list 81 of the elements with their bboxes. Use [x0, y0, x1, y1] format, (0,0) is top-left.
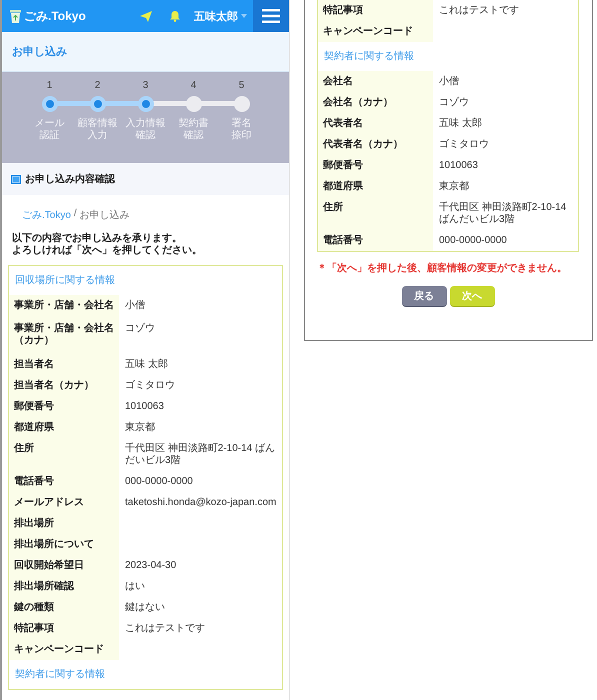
field-value: 東京都 [125, 422, 155, 432]
user-menu[interactable]: 五味太郎 [188, 8, 253, 24]
field-label: 回収開始希望日 [9, 555, 119, 576]
paper-plane-icon[interactable] [140, 10, 152, 22]
bell-icon[interactable] [170, 10, 180, 22]
section-title: お申し込み内容確認 [25, 172, 115, 186]
field-label: 排出場所 [9, 513, 119, 534]
page-title: お申し込み [2, 32, 289, 72]
step-number: 4 [190, 80, 196, 93]
field-label: 会社名 [318, 71, 433, 92]
step-label: 捺印 [232, 130, 252, 142]
step-number: 5 [238, 80, 244, 93]
step-label: メール [34, 118, 64, 130]
field-value: これはテストです [439, 4, 519, 16]
intro-text: よろしければ「次へ」を押してください。 [12, 245, 202, 257]
trash-can-icon [10, 9, 21, 23]
field-label: 住所 [9, 438, 119, 471]
step-label: 顧客情報 [78, 118, 118, 130]
field-label: 郵便番号 [9, 396, 119, 417]
field-value: 2023-04-30 [125, 560, 176, 570]
menu-icon [262, 9, 280, 23]
caret-icon [241, 14, 247, 18]
back-button[interactable]: 戻る [402, 286, 446, 306]
step-number: 2 [94, 80, 100, 93]
warning-note: ＊「次へ」を押した後、顧客情報の変更ができません。 [317, 263, 567, 274]
field-value: 千代田区 神田淡路町2-10-14 ばんだいビル3階 [125, 442, 276, 466]
field-value: ゴミタロウ [439, 138, 489, 150]
field-value: はい [125, 580, 145, 592]
field-label: 代表者名（カナ） [318, 134, 433, 155]
field-value: 東京都 [439, 180, 469, 192]
step-label: 署名 [232, 118, 252, 130]
field-value: コゾウ [125, 323, 155, 334]
step-label: 入力情報 [126, 118, 166, 130]
field-value: これはテストです [125, 622, 205, 634]
step-label: 入力 [88, 130, 108, 142]
field-value: 五味 太郎 [125, 358, 168, 370]
field-value: 1010063 [439, 160, 478, 170]
field-label: 電話番号 [9, 471, 119, 492]
square-icon [11, 174, 21, 184]
logo-text[interactable]: ごみ.Tokyo [24, 8, 86, 24]
field-value: 小僧 [125, 300, 145, 310]
step-label: 認証 [40, 130, 60, 142]
field-value: 小僧 [439, 76, 459, 86]
step-number: 3 [142, 80, 148, 93]
breadcrumb-link[interactable]: ごみ.Tokyo [22, 208, 71, 231]
field-label: 都道府県 [318, 176, 433, 197]
field-label: 会社名（カナ） [318, 92, 433, 113]
field-value: 鍵はない [125, 602, 165, 612]
field-label: メールアドレス [9, 492, 119, 513]
field-value: 1010063 [125, 400, 164, 412]
field-label: 担当者名（カナ） [9, 375, 119, 396]
field-label: 排出場所確認 [9, 576, 119, 597]
step-label: 確認 [136, 130, 156, 142]
breadcrumb-current: お申し込み [80, 208, 130, 223]
field-value: 000-0000-0000 [125, 476, 193, 486]
field-value: 五味 太郎 [439, 118, 482, 128]
field-label: 事業所・店舗・会社名（カナ） [9, 316, 119, 354]
field-label: 事業所・店舗・会社名 [9, 295, 119, 316]
field-value: taketoshi.honda@kozo-japan.com [125, 496, 276, 508]
field-label: キャンペーンコード [318, 21, 433, 42]
field-label: 電話番号 [318, 230, 433, 251]
intro-text: 以下の内容でお申し込みを承ります。 [12, 233, 182, 244]
step-number: 1 [46, 80, 52, 93]
field-value: コゾウ [439, 96, 469, 108]
field-label: 代表者名 [318, 113, 433, 134]
field-label: 排出場所について [9, 534, 119, 555]
field-label: 特記事項 [9, 618, 119, 639]
menu-button[interactable] [253, 0, 289, 32]
field-label: 特記事項 [318, 0, 433, 21]
field-label: キャンペーンコード [9, 639, 119, 660]
field-label: 担当者名 [9, 354, 119, 375]
field-label: 鍵の種類 [9, 597, 119, 618]
field-label: 郵便番号 [318, 155, 433, 176]
step-label: 契約書 [178, 118, 208, 130]
field-value: 000-0000-0000 [439, 234, 507, 246]
breadcrumb-separator: / [74, 208, 77, 221]
field-label: 都道府県 [9, 417, 119, 438]
field-value: ゴミタロウ [125, 380, 175, 390]
field-value: 千代田区 神田淡路町2-10-14 ばんだいビル3階 [439, 202, 566, 224]
step-label: 確認 [184, 130, 204, 142]
field-label: 住所 [318, 197, 433, 230]
